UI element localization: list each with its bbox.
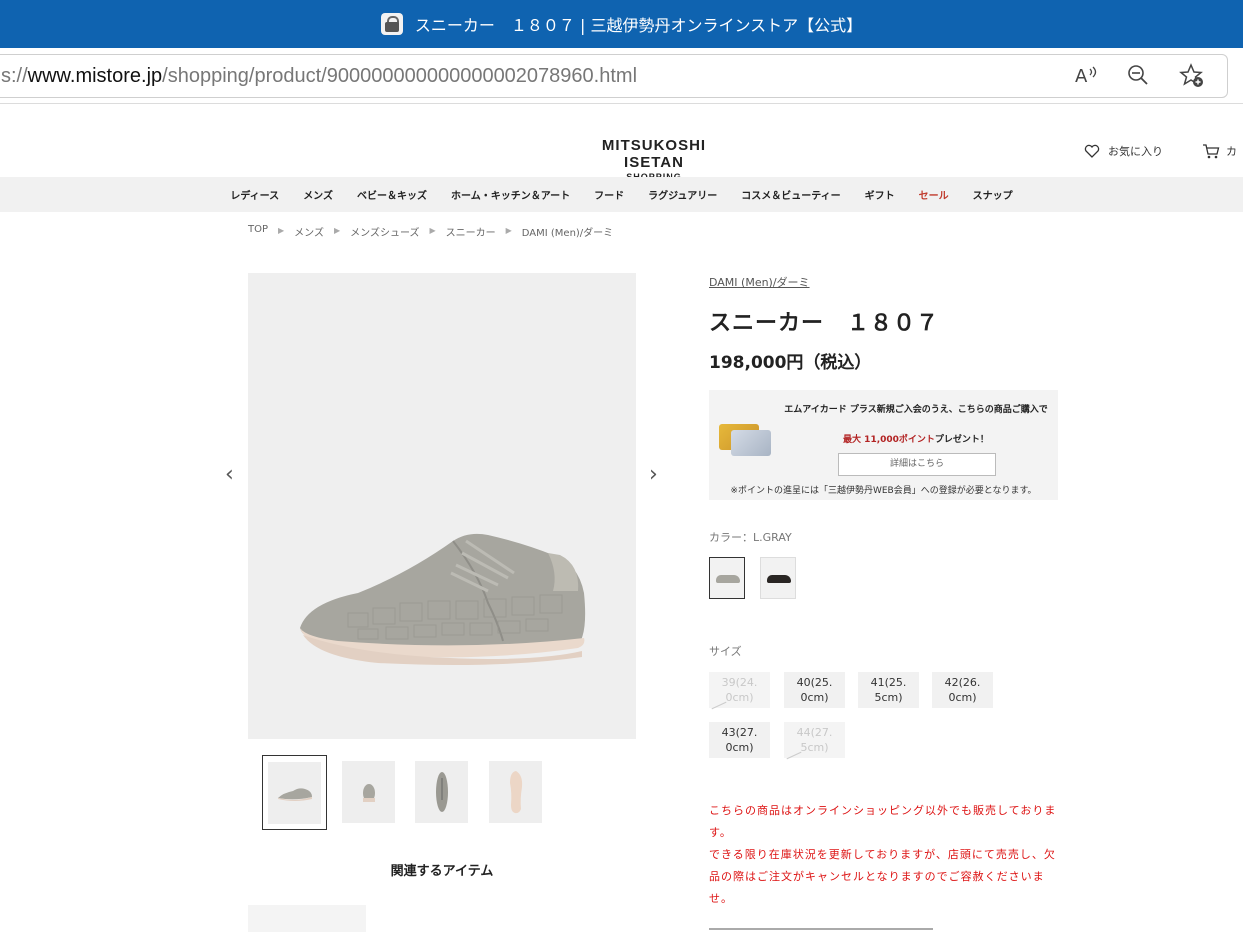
product-title: スニーカー １８０７ — [709, 311, 940, 336]
sneaker-black-swatch-icon — [767, 575, 791, 583]
size-42-line1: 42(26. — [944, 676, 981, 689]
window-titlebar: スニーカー １８０７ | 三越伊勢丹オンラインストア【公式】 — [0, 0, 1243, 48]
card-promo-banner: エムアイカード プラス新規ご入会のうえ、こちらの商品ご購入で 最大 11,000… — [709, 390, 1058, 500]
color-swatch-black[interactable] — [760, 557, 796, 599]
breadcrumb-sneaker[interactable]: スニーカー — [446, 224, 496, 239]
url-host: www.mistore.jp — [27, 65, 163, 87]
sneaker-gray-swatch-icon — [716, 575, 740, 583]
promo-text: エムアイカード プラス新規ご入会のうえ、こちらの商品ご購入で — [784, 405, 1048, 415]
divider — [709, 928, 933, 930]
url-path: /shopping/product/9000000000000000020789… — [162, 65, 638, 87]
size-option-39[interactable]: 39(24. 0cm) — [709, 672, 770, 708]
nav-item-food[interactable]: フード — [582, 187, 636, 202]
size-44-line1: 44(27. — [796, 726, 833, 739]
size-40-line2: 0cm) — [800, 691, 829, 704]
zoom-out-icon[interactable] — [1124, 62, 1152, 90]
promo-details-button[interactable]: 詳細はこちら — [838, 453, 996, 476]
add-favorite-icon[interactable] — [1178, 62, 1206, 90]
brand-link[interactable]: DAMI (Men)/ダーミ — [709, 274, 810, 290]
size-39-line2: 0cm) — [725, 691, 754, 704]
thumbnail-4[interactable] — [489, 761, 542, 823]
size-option-43[interactable]: 43(27. 0cm) — [709, 722, 770, 758]
gallery-prev-arrow[interactable]: ‹ — [225, 462, 234, 487]
thumbnail-2[interactable] — [342, 761, 395, 823]
product-price: 198,000円（税込） — [709, 353, 872, 373]
read-aloud-icon[interactable]: A — [1072, 62, 1100, 90]
shopping-bag-icon — [380, 13, 403, 35]
promo-points-suffix: プレゼント！ — [934, 435, 989, 445]
chevron-right-icon: ▶ — [429, 226, 436, 235]
favorites-label: お気に入り — [1108, 145, 1163, 158]
related-item-card[interactable] — [248, 905, 366, 932]
stock-notice: こちらの商品はオンラインショッピング以外でも販売しております。 できる限り在庫状… — [709, 800, 1059, 910]
site-header: MITSUKOSHI ISETAN SHOPPING お気に入り カ — [0, 105, 1243, 182]
sneaker-image — [300, 533, 586, 665]
sneaker-front-thumb — [362, 784, 375, 802]
thumbnail-3[interactable] — [415, 761, 468, 823]
size-40-line1: 40(25. — [796, 676, 833, 689]
cart-label: カ — [1226, 145, 1237, 158]
nav-item-sale[interactable]: セール — [907, 187, 961, 202]
size-42-line2: 0cm) — [948, 691, 977, 704]
sneaker-sole-thumb — [509, 771, 522, 814]
site-logo[interactable]: MITSUKOSHI ISETAN SHOPPING — [584, 137, 724, 182]
address-bar-area: s://www.mistore.jp/shopping/product/9000… — [0, 48, 1243, 104]
heart-icon — [1084, 144, 1100, 158]
size-option-40[interactable]: 40(25. 0cm) — [784, 672, 845, 708]
thumbnail-1[interactable] — [262, 755, 327, 830]
related-items-heading: 関連するアイテム — [390, 864, 494, 879]
chevron-right-icon: ▶ — [278, 226, 285, 235]
nav-item-mens[interactable]: メンズ — [291, 187, 345, 202]
size-43-line1: 43(27. — [721, 726, 758, 739]
size-label: サイズ — [709, 645, 742, 658]
address-bar[interactable]: s://www.mistore.jp/shopping/product/9000… — [0, 54, 1228, 98]
url-text[interactable]: s://www.mistore.jp/shopping/product/9000… — [1, 65, 637, 88]
url-scheme: s:// — [1, 65, 28, 87]
promo-points: 最大 11,000ポイントプレゼント！ — [781, 432, 1051, 445]
size-41-line1: 41(25. — [870, 676, 907, 689]
stock-notice-line1: こちらの商品はオンラインショッピング以外でも販売しております。 — [709, 804, 1057, 839]
size-option-41[interactable]: 41(25. 5cm) — [858, 672, 919, 708]
nav-item-gift[interactable]: ギフト — [853, 187, 907, 202]
favorites-link[interactable]: お気に入り — [1084, 143, 1163, 159]
promo-note: ※ポイントの進呈には「三越伊勢丹WEB会員」への登録が必要となります。 — [730, 486, 1037, 496]
promo-points-highlight: 最大 11,000ポイント — [843, 435, 935, 445]
nav-item-cosme[interactable]: コスメ＆ビューティー — [729, 187, 852, 202]
size-41-line2: 5cm) — [874, 691, 903, 704]
nav-item-baby-kids[interactable]: ベビー＆キッズ — [345, 187, 439, 202]
breadcrumb-top[interactable]: TOP — [248, 224, 268, 239]
size-39-line1: 39(24. — [721, 676, 758, 689]
size-option-44[interactable]: 44(27. 5cm) — [784, 722, 845, 758]
size-option-42[interactable]: 42(26. 0cm) — [932, 672, 993, 708]
cart-icon — [1203, 144, 1220, 159]
product-main-image[interactable] — [248, 273, 636, 739]
nav-item-luxury[interactable]: ラグジュアリー — [636, 187, 729, 202]
chevron-right-icon: ▶ — [333, 226, 341, 235]
breadcrumb-mens-shoes[interactable]: メンズシューズ — [350, 224, 419, 239]
credit-card-silver-icon — [731, 430, 771, 456]
sneaker-top-thumb — [435, 772, 448, 812]
size-44-line2: 5cm) — [800, 741, 829, 754]
logo-line1: MITSUKOSHI ISETAN — [601, 137, 707, 171]
cart-link[interactable]: カ — [1202, 143, 1237, 159]
svg-text:A: A — [1075, 66, 1088, 87]
breadcrumb-mens[interactable]: メンズ — [294, 224, 324, 239]
color-label: カラー：L.GRAY — [709, 531, 792, 544]
window-title: スニーカー １８０７ | 三越伊勢丹オンラインストア【公式】 — [414, 16, 863, 35]
color-swatch-lgray[interactable] — [709, 557, 745, 599]
gallery-next-arrow[interactable]: › — [649, 462, 658, 487]
size-43-line2: 0cm) — [725, 741, 754, 754]
breadcrumb: TOP ▶ メンズ ▶ メンズシューズ ▶ スニーカー ▶ DAMI (Men)… — [248, 224, 613, 239]
sneaker-side-thumb — [277, 787, 312, 801]
breadcrumb-brand: DAMI (Men)/ダーミ — [521, 228, 614, 239]
nav-item-snap[interactable]: スナップ — [961, 187, 1025, 202]
chevron-right-icon: ▶ — [505, 226, 512, 235]
nav-item-ladies[interactable]: レディース — [218, 187, 291, 202]
nav-item-home-kitchen[interactable]: ホーム・キッチン＆アート — [439, 187, 582, 202]
stock-notice-line2: できる限り在庫状況を更新しておりますが、店頭にて売売し、欠品の際はご注文がキャン… — [709, 848, 1056, 905]
category-nav: レディース メンズ ベビー＆キッズ ホーム・キッチン＆アート フード ラグジュア… — [0, 177, 1243, 212]
